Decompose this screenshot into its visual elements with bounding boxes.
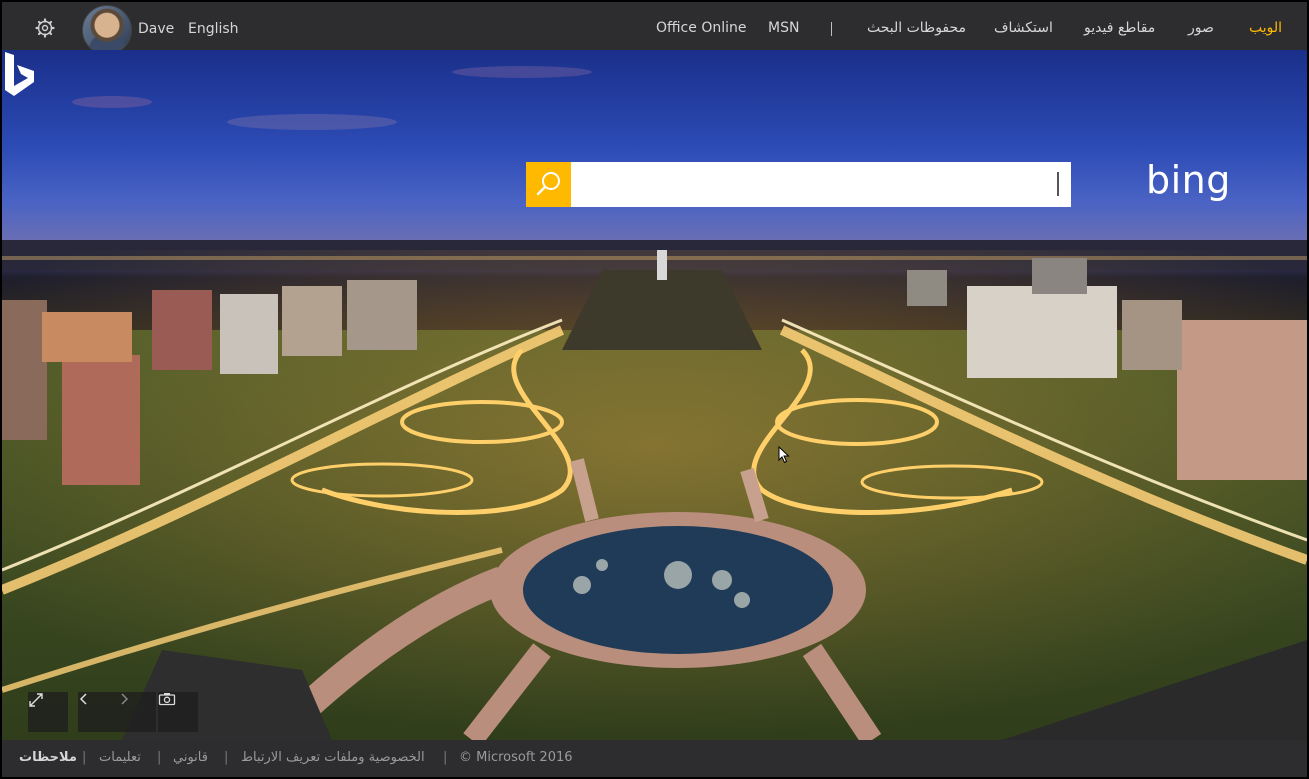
nav-explore[interactable]: استكشاف — [994, 20, 1053, 36]
browser-frame: Dave English Office Online MSN محفوظات ا… — [0, 0, 1309, 779]
bing-logo-icon — [5, 52, 34, 96]
gear-icon[interactable] — [35, 18, 55, 38]
footer-divider: | — [224, 750, 229, 765]
footer-help-link[interactable]: تعليمات — [99, 750, 141, 765]
footer-divider: | — [157, 750, 162, 765]
background-image: bing — [2, 50, 1307, 740]
nav-divider — [831, 22, 832, 36]
footer-copyright: © Microsoft 2016 — [459, 750, 573, 765]
city-scene — [2, 66, 1307, 740]
image-info-button[interactable] — [158, 692, 198, 732]
nav-saved-searches[interactable]: محفوظات البحث — [867, 20, 966, 36]
nav-msn[interactable]: MSN — [768, 20, 799, 36]
user-name[interactable]: Dave — [138, 21, 174, 37]
search-icon — [536, 172, 560, 196]
nav-web[interactable]: الويب — [1249, 20, 1282, 36]
text-cursor — [1057, 172, 1059, 196]
next-image-button[interactable] — [118, 692, 156, 732]
nav-images[interactable]: صور — [1188, 20, 1214, 36]
avatar[interactable] — [82, 5, 132, 55]
search-button[interactable] — [526, 162, 571, 207]
chevron-right-icon — [121, 693, 129, 705]
footer-divider: | — [443, 750, 448, 765]
nav-videos[interactable]: مقاطع فيديو — [1084, 20, 1155, 36]
camera-icon — [158, 693, 176, 706]
footer: ملاحظات | تعليمات | قانوني | الخصوصية وم… — [2, 740, 1307, 777]
top-bar: Dave English Office Online MSN محفوظات ا… — [2, 2, 1307, 55]
footer-divider: | — [82, 750, 87, 765]
bing-wordmark: bing — [1146, 158, 1231, 202]
search-input[interactable] — [571, 162, 1071, 207]
footer-legal-link[interactable]: قانوني — [173, 750, 208, 765]
mouse-pointer-icon — [778, 446, 790, 464]
nav-office-online[interactable]: Office Online — [656, 20, 746, 36]
expand-icon — [29, 693, 43, 707]
footer-privacy-link[interactable]: الخصوصية وملفات تعريف الارتباط — [241, 750, 425, 765]
footer-feedback-link[interactable]: ملاحظات — [19, 750, 77, 765]
previous-image-button[interactable] — [78, 692, 118, 732]
chevron-left-icon — [79, 693, 87, 705]
fullscreen-button[interactable] — [28, 692, 68, 732]
language-link[interactable]: English — [188, 21, 239, 37]
